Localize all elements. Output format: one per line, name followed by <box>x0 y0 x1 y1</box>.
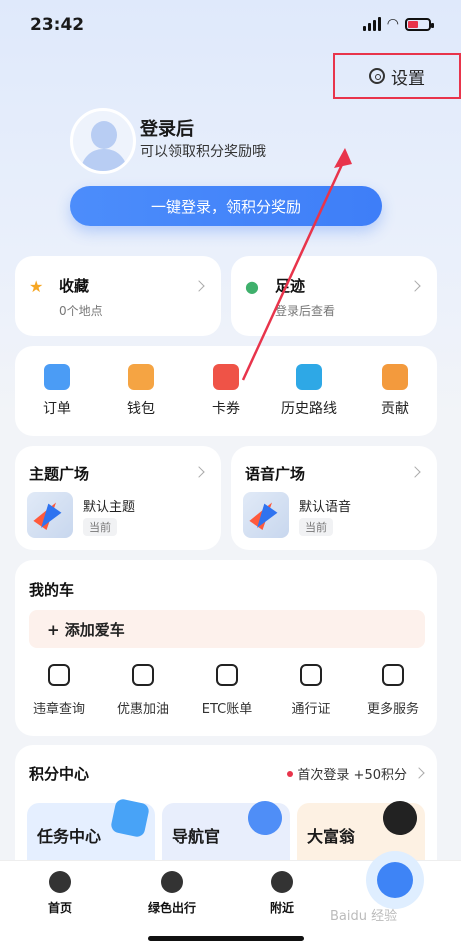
tab-nearby[interactable]: 附近 <box>242 871 322 916</box>
tile-label: 导航官 <box>172 827 221 846</box>
signal-icon <box>362 17 381 31</box>
tile-label: 大富翁 <box>307 827 356 846</box>
location-pin-icon <box>271 871 293 893</box>
theme-title: 主题广场 <box>29 465 90 483</box>
fuel-icon <box>132 664 154 686</box>
contribution-icon <box>382 364 408 390</box>
home-indicator <box>148 936 304 941</box>
tool-label: 卡券 <box>212 401 240 417</box>
tool-coupons[interactable]: 卡券 <box>196 364 256 418</box>
favorites-card[interactable]: ★ 收藏 0个地点 <box>15 256 221 336</box>
wifi-icon: ◠ <box>386 16 399 32</box>
chevron-right-icon <box>193 280 205 292</box>
status-bar: 23:42 ◠ <box>0 0 461 50</box>
gear-icon <box>369 68 385 84</box>
theme-square-card[interactable]: 主题广场 默认主题 当前 <box>15 446 221 550</box>
tool-orders[interactable]: 订单 <box>27 364 87 418</box>
tool-contribution[interactable]: 贡献 <box>365 364 425 418</box>
grid-icon <box>382 664 404 686</box>
assistant-button[interactable] <box>366 851 424 909</box>
points-promo[interactable]: 首次登录 +50积分 <box>287 764 407 783</box>
service-etc[interactable]: ETC账单 <box>187 664 267 717</box>
route-icon <box>296 364 322 390</box>
tool-label: 历史路线 <box>281 401 337 417</box>
favorites-title: 收藏 <box>59 277 90 295</box>
car-title: 我的车 <box>29 581 75 599</box>
service-label: 优惠加油 <box>116 702 169 717</box>
tab-label: 绿色出行 <box>147 901 196 915</box>
tool-label: 订单 <box>43 401 71 417</box>
voice-name: 默认语音 <box>299 500 352 515</box>
tab-green-travel[interactable]: 绿色出行 <box>132 871 212 916</box>
compass-icon <box>244 797 286 839</box>
footprint-title: 足迹 <box>275 277 306 295</box>
watermark: Baidu 经验 <box>330 909 398 924</box>
voice-square-card[interactable]: 语音广场 默认语音 当前 <box>231 446 437 550</box>
settings-button[interactable]: 设置 <box>333 53 461 99</box>
voice-title: 语音广场 <box>245 465 306 483</box>
login-subtitle: 可以领取积分奖励哦 <box>140 144 266 160</box>
wallet-icon <box>128 364 154 390</box>
service-fuel[interactable]: 优惠加油 <box>103 664 183 717</box>
tile-label: 任务中心 <box>37 827 102 846</box>
battery-icon <box>405 17 434 31</box>
points-title: 积分中心 <box>29 765 90 783</box>
current-badge: 当前 <box>83 518 117 536</box>
coupon-icon <box>213 364 239 390</box>
points-promo-text: 首次登录 +50积分 <box>297 768 407 783</box>
leaf-icon <box>161 871 183 893</box>
service-label: 更多服务 <box>366 702 419 717</box>
tab-label: 首页 <box>47 901 72 915</box>
theme-thumbnail <box>27 492 73 538</box>
star-icon: ★ <box>29 277 44 296</box>
pass-icon <box>300 664 322 686</box>
service-label: 通行证 <box>291 702 331 717</box>
order-icon <box>44 364 70 390</box>
chevron-right-icon <box>193 466 205 478</box>
check-badge-icon <box>109 797 151 839</box>
etc-icon <box>216 664 238 686</box>
tool-wallet[interactable]: 钱包 <box>111 364 171 418</box>
penguin-icon <box>379 797 421 839</box>
favorites-subtitle: 0个地点 <box>59 304 103 318</box>
search-icon <box>48 664 70 686</box>
add-car-button[interactable]: + 添加爱车 <box>29 610 425 648</box>
settings-label: 设置 <box>391 68 425 89</box>
tool-route-history[interactable]: 历史路线 <box>279 364 339 418</box>
avatar[interactable] <box>70 108 136 174</box>
service-label: 违章查询 <box>32 702 85 717</box>
chevron-right-icon <box>409 466 421 478</box>
chevron-right-icon <box>409 280 421 292</box>
footprint-card[interactable]: ● 足迹 登录后查看 <box>231 256 437 336</box>
footprint-subtitle: 登录后查看 <box>275 304 336 318</box>
tab-home[interactable]: 首页 <box>20 871 100 916</box>
tool-label: 钱包 <box>127 401 155 417</box>
compass-icon <box>49 871 71 893</box>
dot-icon <box>287 770 294 777</box>
current-badge: 当前 <box>299 518 333 536</box>
service-violations[interactable]: 违章查询 <box>19 664 99 717</box>
voice-thumbnail <box>243 492 289 538</box>
service-label: ETC账单 <box>201 702 253 717</box>
footprint-icon: ● <box>245 277 259 296</box>
status-time: 23:42 <box>30 15 85 35</box>
status-icons: ◠ <box>362 16 434 32</box>
service-more[interactable]: 更多服务 <box>353 664 433 717</box>
login-title: 登录后 <box>140 119 194 140</box>
chevron-right-icon <box>413 767 425 779</box>
assistant-icon <box>377 862 413 898</box>
tools-card: 订单 钱包 卡券 历史路线 贡献 <box>15 346 437 436</box>
tool-label: 贡献 <box>381 401 409 417</box>
service-pass[interactable]: 通行证 <box>271 664 351 717</box>
tab-label: 附近 <box>269 901 294 915</box>
login-button[interactable]: 一键登录，领积分奖励 <box>70 186 382 226</box>
my-car-card: 我的车 + 添加爱车 违章查询 优惠加油 ETC账单 通行证 更多服务 <box>15 560 437 736</box>
theme-name: 默认主题 <box>83 500 136 515</box>
